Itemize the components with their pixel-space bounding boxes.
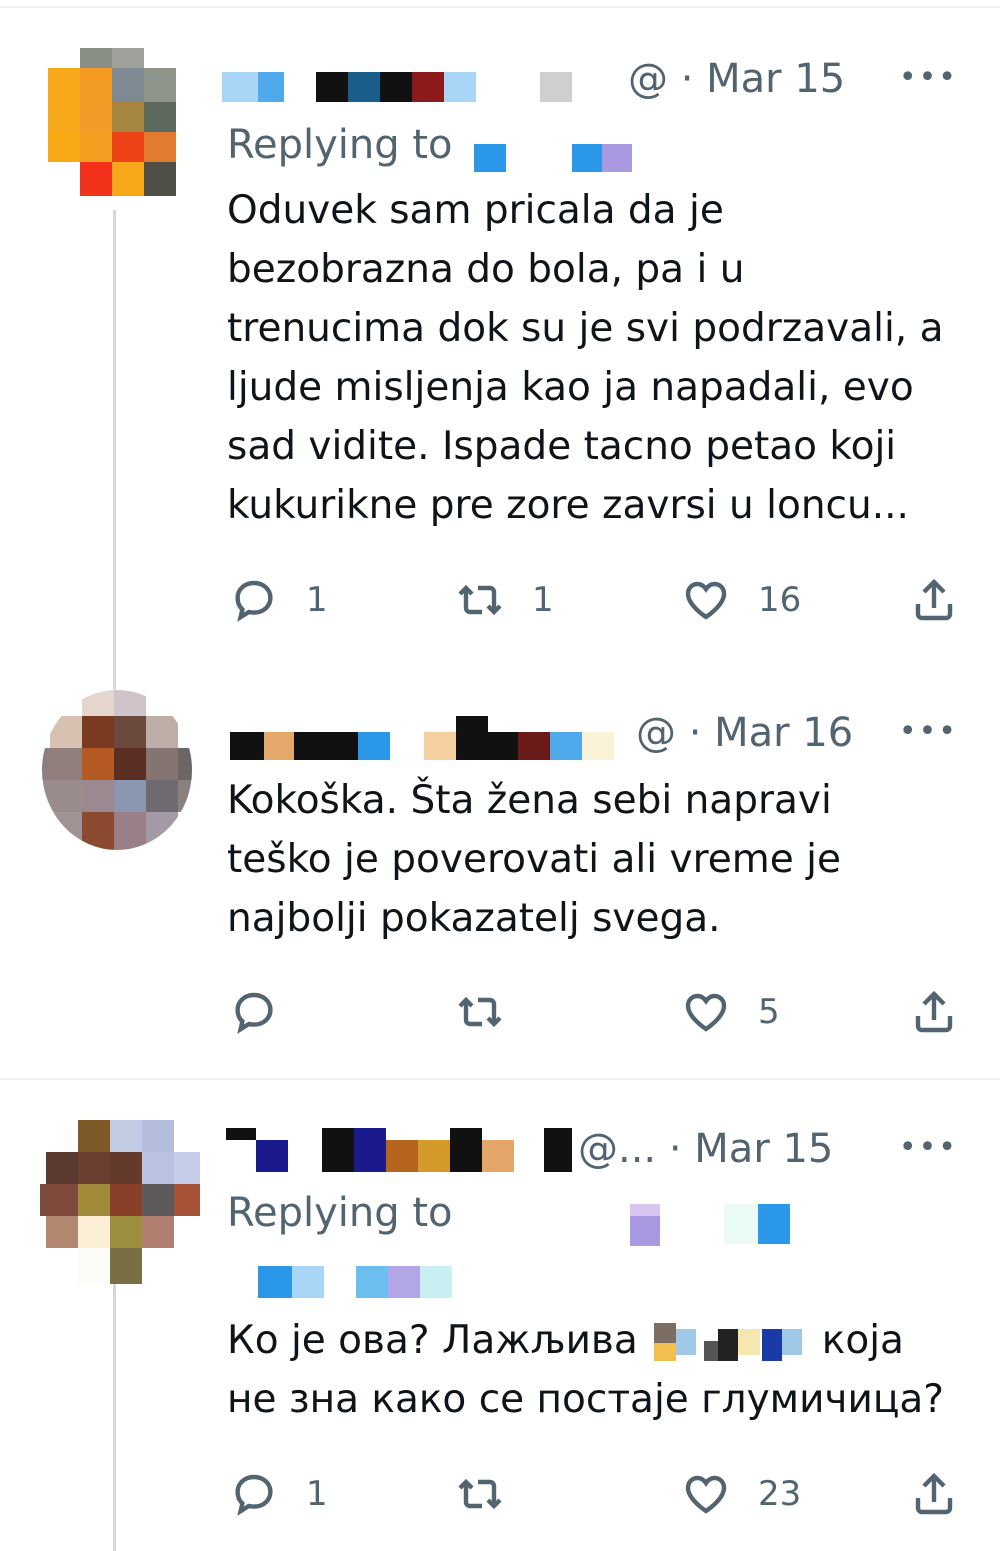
thread-line xyxy=(113,1284,116,1551)
like-button[interactable]: 16 xyxy=(682,576,801,624)
reply-count: 1 xyxy=(306,1474,328,1514)
tweet-line: kukurikne pre zore zavrsi u loncu... xyxy=(227,483,909,528)
more-icon[interactable]: ••• xyxy=(899,60,958,95)
retweet-count: 1 xyxy=(532,580,554,620)
retweet-icon xyxy=(458,584,502,616)
more-icon[interactable]: ••• xyxy=(899,714,958,749)
replying-to-label: Replying to xyxy=(227,122,453,168)
tweet-line: bezobrazna do bola, pa i u xyxy=(227,247,745,292)
retweet-button[interactable]: 1 xyxy=(456,576,554,624)
share-icon xyxy=(915,578,953,621)
retweet-icon xyxy=(458,996,502,1028)
tweet-line: не зна како се постаје глумичица? xyxy=(227,1377,944,1422)
tweet-line: Oduvek sam pricala da je xyxy=(227,188,724,233)
reply-count: 1 xyxy=(306,580,328,620)
tweet-text: Oduvek sam pricala da je bezobrazna do b… xyxy=(227,181,943,535)
like-icon xyxy=(685,581,727,620)
tweet-line-start: Ко је ова? Лажљива xyxy=(227,1318,638,1363)
reply-button[interactable]: 1 xyxy=(230,576,328,624)
avatar[interactable] xyxy=(48,48,178,196)
share-button[interactable] xyxy=(910,1470,958,1518)
reply-button[interactable] xyxy=(230,988,306,1036)
share-icon xyxy=(915,990,953,1033)
thread-line xyxy=(113,210,116,690)
replying-to-label: Replying to xyxy=(227,1190,453,1236)
tweet-line: trenucima dok su je svi podrzavali, a xyxy=(227,306,944,351)
tweet-line: najbolji pokazatelj svega. xyxy=(227,896,721,941)
tweet-line: sad vidite. Ispade tacno petao koji xyxy=(227,424,897,469)
retweet-icon xyxy=(458,1478,502,1510)
like-count: 23 xyxy=(758,1474,802,1514)
tweet-meta[interactable]: @... · Mar 15 xyxy=(578,1126,833,1172)
tweet-text: Ко је ова? Лажљива која не зна како се по… xyxy=(227,1311,944,1429)
top-divider xyxy=(0,6,1000,8)
tweet-line: Kokoška. Šta žena sebi napravi xyxy=(227,778,832,823)
more-icon[interactable]: ••• xyxy=(899,1130,958,1165)
tweet-line-end: која xyxy=(821,1318,904,1363)
like-button[interactable]: 23 xyxy=(682,1470,801,1518)
like-icon xyxy=(685,1475,727,1514)
tweet-meta[interactable]: @ · Mar 16 xyxy=(636,710,853,756)
tweet-text: Kokoška. Šta žena sebi napravi teško je … xyxy=(227,771,841,948)
retweet-button[interactable] xyxy=(456,988,532,1036)
tweet-line: teško je poverovati ali vreme je xyxy=(227,837,841,882)
tweet-line: ljude misljenja kao ja napadali, evo xyxy=(227,365,914,410)
share-button[interactable] xyxy=(910,576,958,624)
reply-icon xyxy=(235,580,273,622)
reply-icon xyxy=(235,1474,273,1516)
tweet-divider xyxy=(0,1078,1000,1080)
like-button[interactable]: 5 xyxy=(682,988,780,1036)
share-button[interactable] xyxy=(910,988,958,1036)
reply-icon xyxy=(235,992,273,1034)
tweet-meta[interactable]: @ · Mar 15 xyxy=(628,56,845,102)
retweet-button[interactable] xyxy=(456,1470,532,1518)
like-icon xyxy=(685,993,727,1032)
share-icon xyxy=(915,1472,953,1515)
reply-button[interactable]: 1 xyxy=(230,1470,328,1518)
like-count: 5 xyxy=(758,992,780,1032)
censored-word xyxy=(644,1322,816,1363)
avatar[interactable] xyxy=(42,690,192,850)
tweet-line: Ко је ова? Лажљива која xyxy=(227,1311,944,1370)
like-count: 16 xyxy=(758,580,802,620)
avatar[interactable] xyxy=(40,1120,200,1284)
